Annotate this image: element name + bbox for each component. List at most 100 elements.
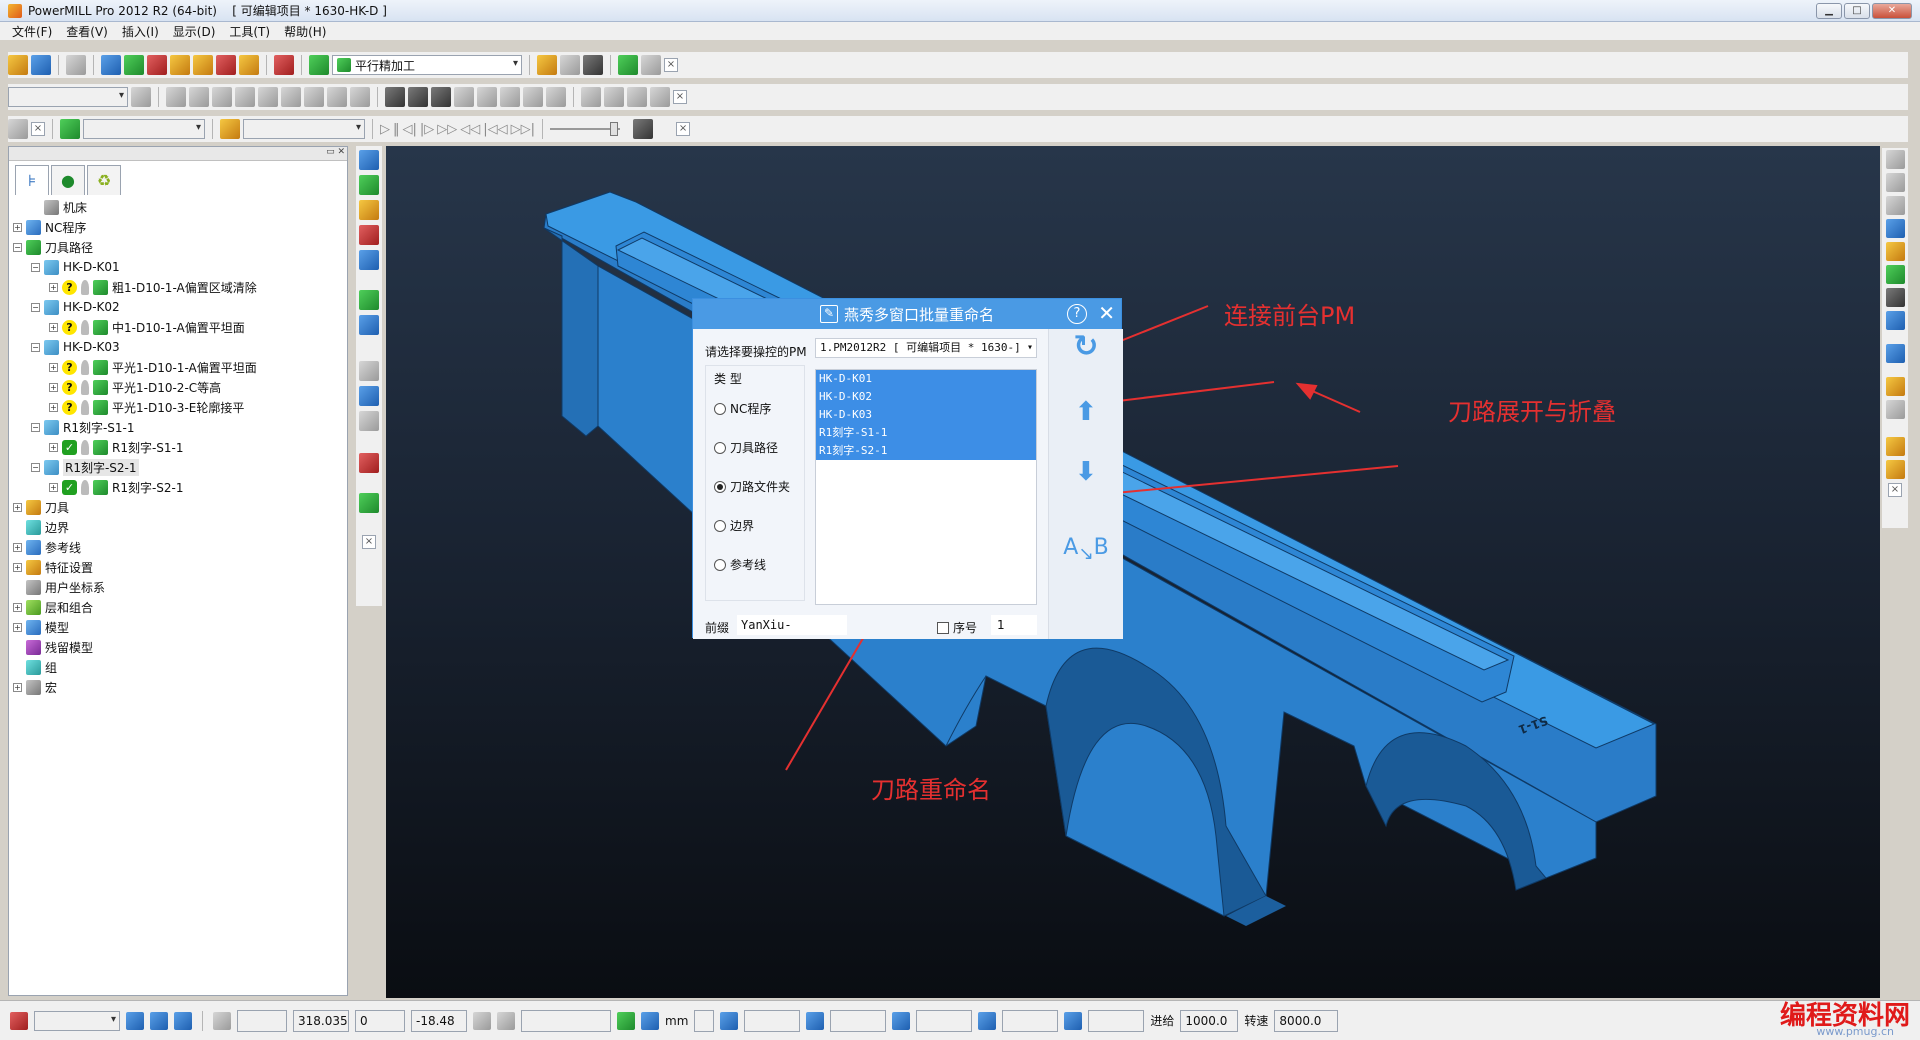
lightbulb-icon[interactable] bbox=[81, 359, 89, 375]
reorder-icon[interactable] bbox=[166, 87, 186, 107]
tree-node[interactable]: + ✓ R1刻字-S2-1 bbox=[13, 477, 347, 497]
speed-value[interactable]: 8000.0 bbox=[1274, 1009, 1339, 1032]
right-bar-close-icon[interactable]: × bbox=[1888, 483, 1902, 497]
pm-select-combo[interactable]: 1.PM2012R2 [ 可编辑项目 * 1630-] bbox=[815, 338, 1037, 358]
collision-check-icon[interactable] bbox=[546, 87, 566, 107]
save-icon[interactable] bbox=[31, 55, 51, 75]
lightbulb-icon[interactable] bbox=[81, 479, 89, 495]
expand-button[interactable]: ⬇ bbox=[1069, 455, 1103, 489]
tree-node[interactable]: +? 粗1-D10-1-A偏置区域清除 bbox=[13, 277, 347, 297]
tool-tip-alt-field[interactable] bbox=[916, 1009, 973, 1032]
feeds-speeds-icon[interactable] bbox=[147, 55, 167, 75]
strategy-combo[interactable]: 平行精加工 bbox=[332, 55, 522, 75]
feature-icon[interactable] bbox=[239, 55, 259, 75]
tree-node[interactable]: + 参考线 bbox=[13, 537, 347, 557]
tree-node[interactable]: − HK-D-K02 bbox=[13, 297, 347, 317]
split-icon[interactable] bbox=[235, 87, 255, 107]
tree-node[interactable]: + 宏 bbox=[13, 677, 347, 697]
zoom-fit-icon[interactable] bbox=[1885, 311, 1905, 330]
sim-view-icon[interactable] bbox=[633, 119, 654, 139]
refresh-view-icon[interactable] bbox=[1885, 265, 1905, 284]
zoom-icon[interactable] bbox=[1885, 242, 1905, 261]
shaded-view-icon[interactable] bbox=[385, 87, 405, 107]
step-back-icon[interactable]: ◁| bbox=[403, 122, 417, 137]
sim-toolpath-icon[interactable] bbox=[60, 119, 80, 139]
list-item[interactable]: HK-D-K02 bbox=[816, 388, 1036, 406]
feed-value[interactable]: 1000.0 bbox=[1180, 1009, 1239, 1032]
view-front-icon[interactable] bbox=[1885, 173, 1905, 192]
tree-node[interactable]: 机床 bbox=[13, 197, 347, 217]
tool-align-icon[interactable] bbox=[359, 315, 379, 335]
expand-icon[interactable]: + bbox=[13, 622, 22, 632]
tree-node[interactable]: − R1刻字-S1-1 bbox=[13, 417, 347, 437]
select-drag-icon[interactable] bbox=[1885, 460, 1905, 479]
wireframe-view-icon[interactable] bbox=[408, 87, 428, 107]
grid-field[interactable] bbox=[237, 1009, 287, 1032]
points-icon[interactable] bbox=[454, 87, 474, 107]
graphics-viewport[interactable]: Y X S1-1 连接前台PM 刀路展开与折叠 刀路重命名 bbox=[386, 146, 1880, 998]
copy-icon[interactable] bbox=[281, 87, 301, 107]
collapse-button[interactable]: ⬆ bbox=[1069, 395, 1103, 429]
links-icon[interactable] bbox=[500, 87, 520, 107]
leads-icon[interactable] bbox=[477, 87, 497, 107]
expand-icon[interactable]: + bbox=[49, 442, 58, 452]
lightbulb-icon[interactable] bbox=[81, 379, 89, 395]
collapse-icon[interactable]: − bbox=[13, 242, 22, 252]
tool-tip-field[interactable] bbox=[830, 1009, 887, 1032]
measure-icon[interactable] bbox=[583, 55, 603, 75]
speed-slider[interactable] bbox=[550, 122, 621, 136]
paste-icon[interactable] bbox=[327, 87, 347, 107]
tree-node[interactable]: +? 平光1-D10-2-C等高 bbox=[13, 377, 347, 397]
sim-tool-combo[interactable] bbox=[243, 119, 365, 139]
zig-zag-icon[interactable] bbox=[359, 290, 379, 310]
tree-node[interactable]: + 模型 bbox=[13, 617, 347, 637]
menu-tools[interactable]: 工具(T) bbox=[229, 23, 270, 40]
tree-node[interactable]: 边界 bbox=[13, 517, 347, 537]
tree-node[interactable]: 用户坐标系 bbox=[13, 577, 347, 597]
machine-icon[interactable] bbox=[618, 55, 638, 75]
expand-icon[interactable]: + bbox=[13, 222, 22, 232]
sequence-start-input[interactable]: 1 bbox=[991, 615, 1037, 635]
expand-icon[interactable]: + bbox=[49, 322, 58, 332]
minimize-button[interactable]: ▁ bbox=[1816, 3, 1842, 19]
stock-icon[interactable] bbox=[627, 87, 647, 107]
tree-node[interactable]: 残留模型 bbox=[13, 637, 347, 657]
sim-toolbar-close-icon[interactable]: × bbox=[676, 122, 691, 136]
rewind-icon[interactable]: ◁◁ bbox=[460, 122, 480, 137]
explorer-controls[interactable]: ▭ ✕ bbox=[326, 147, 345, 157]
menu-help[interactable]: 帮助(H) bbox=[284, 23, 326, 40]
cube-move-icon[interactable] bbox=[174, 1011, 192, 1030]
collapse-icon[interactable]: − bbox=[31, 422, 40, 432]
prefix-input[interactable]: YanXiu- bbox=[737, 615, 847, 635]
snap-field[interactable] bbox=[521, 1009, 611, 1032]
boundary-icon[interactable] bbox=[193, 55, 213, 75]
grid-icon[interactable] bbox=[213, 1011, 231, 1030]
diameter-icon[interactable] bbox=[978, 1011, 997, 1030]
limit-icon[interactable] bbox=[189, 87, 209, 107]
tree-node[interactable]: + ✓ R1刻字-S1-1 bbox=[13, 437, 347, 457]
expand-icon[interactable]: + bbox=[49, 362, 58, 372]
sphere-icon[interactable] bbox=[359, 200, 379, 220]
expand-icon[interactable]: + bbox=[13, 562, 22, 572]
view-side-icon[interactable] bbox=[1885, 196, 1905, 215]
list-icon[interactable] bbox=[359, 493, 379, 513]
tree-node[interactable]: + 特征设置 bbox=[13, 557, 347, 577]
tree-node[interactable]: + 层和组合 bbox=[13, 597, 347, 617]
radio-toolpath[interactable]: 刀具路径 bbox=[714, 439, 778, 456]
verify-icon[interactable] bbox=[581, 87, 601, 107]
tool-holder-icon[interactable] bbox=[537, 55, 557, 75]
collapse-icon[interactable]: − bbox=[31, 262, 40, 272]
go-start-icon[interactable]: |◁◁ bbox=[483, 122, 507, 137]
tree-node[interactable]: +? 中1-D10-1-A偏置平坦面 bbox=[13, 317, 347, 337]
lightbulb-icon[interactable] bbox=[81, 279, 89, 295]
rapid-move-icon[interactable] bbox=[124, 55, 144, 75]
tree-node[interactable]: − 刀具路径 bbox=[13, 237, 347, 257]
menu-file[interactable]: 文件(F) bbox=[12, 23, 52, 40]
arrow-left-icon[interactable] bbox=[359, 411, 379, 431]
item-listbox[interactable]: HK-D-K01 HK-D-K02 HK-D-K03 R1刻字-S1-1 R1刻… bbox=[815, 369, 1037, 605]
checkmark-icon[interactable] bbox=[359, 175, 379, 195]
pattern-icon[interactable] bbox=[216, 55, 236, 75]
radio-boundary[interactable]: 边界 bbox=[714, 517, 754, 534]
expand-icon[interactable]: + bbox=[13, 542, 22, 552]
lightbulb-icon[interactable] bbox=[81, 399, 89, 415]
